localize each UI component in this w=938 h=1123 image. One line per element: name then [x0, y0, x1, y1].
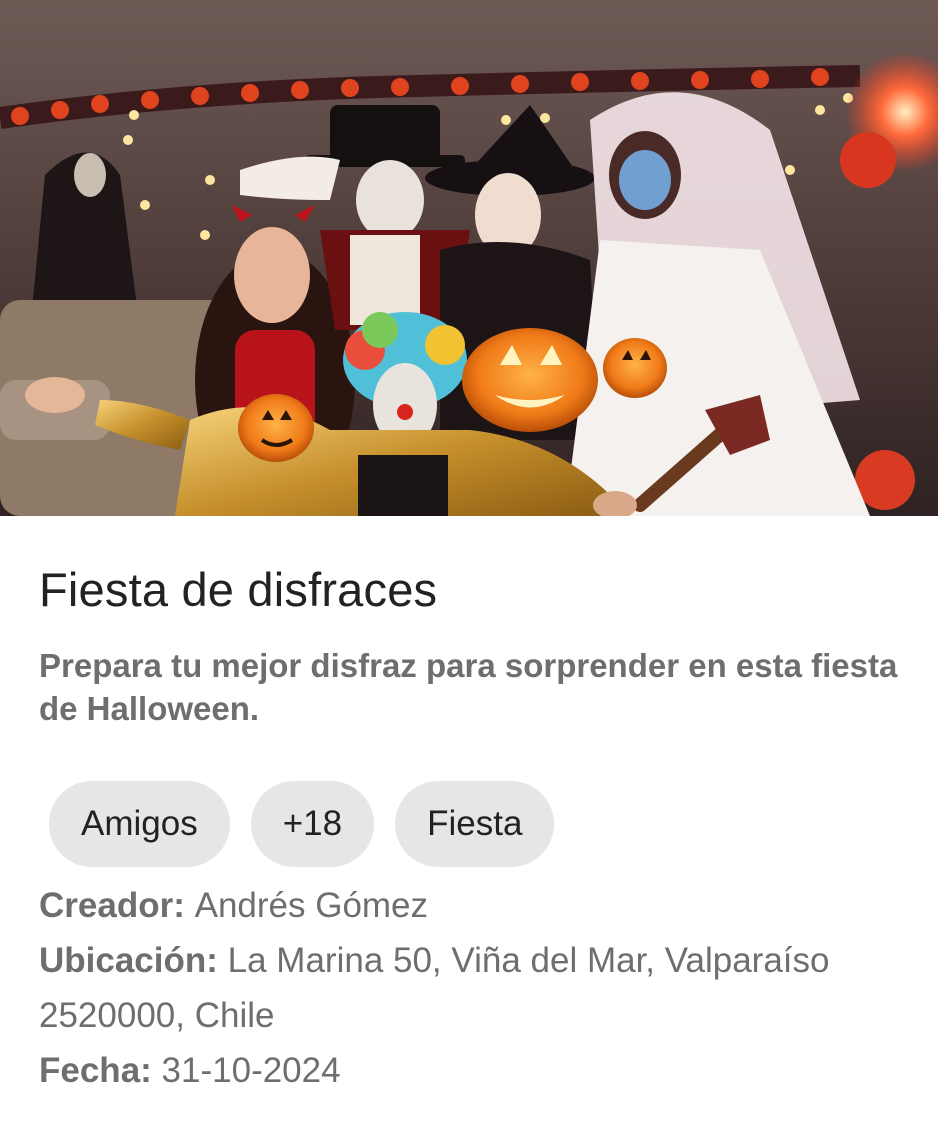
- event-cover-image: [0, 0, 938, 516]
- date-value: 31-10-2024: [161, 1051, 341, 1090]
- event-description: Prepara tu mejor disfraz para sorprender…: [39, 647, 898, 727]
- location-row: Ubicación: La Marina 50, Viña del Mar, V…: [39, 933, 909, 1043]
- creator-label: Creador:: [39, 886, 195, 925]
- location-label: Ubicación:: [39, 941, 228, 980]
- event-tags: Amigos +18 Fiesta: [49, 781, 555, 867]
- date-label: Fecha:: [39, 1051, 162, 1090]
- creator-value: Andrés Gómez: [194, 886, 429, 925]
- date-row: Fecha: 31-10-2024: [39, 1043, 909, 1098]
- creator-row: Creador: Andrés Gómez: [39, 878, 909, 933]
- event-title: Fiesta de disfraces: [39, 563, 438, 616]
- tag-chip-amigos[interactable]: Amigos: [49, 781, 230, 867]
- tag-chip-fiesta[interactable]: Fiesta: [395, 781, 555, 867]
- tag-chip-adults[interactable]: +18: [250, 781, 375, 867]
